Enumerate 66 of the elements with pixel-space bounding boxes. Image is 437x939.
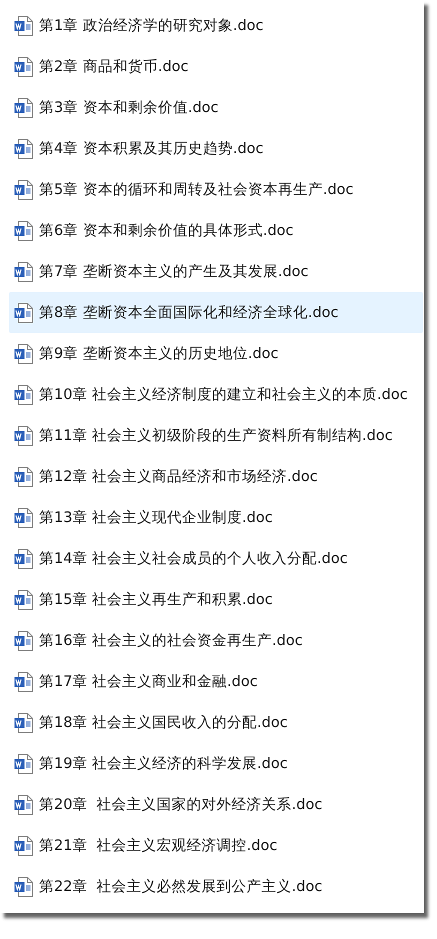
file-name: 第1章 政治经济学的研究对象.doc <box>39 16 264 35</box>
file-name: 第19章 社会主义经济的科学发展.doc <box>39 754 288 773</box>
file-item[interactable]: 第11章 社会主义初级阶段的生产资料所有制结构.doc <box>9 415 423 456</box>
file-item[interactable]: 第1章 政治经济学的研究对象.doc <box>9 5 423 46</box>
file-item[interactable]: 第7章 垄断资本主义的产生及其发展.doc <box>9 251 423 292</box>
file-item[interactable]: 第6章 资本和剩余价值的具体形式.doc <box>9 210 423 251</box>
file-item[interactable]: 第3章 资本和剩余价值.doc <box>9 87 423 128</box>
file-name: 第22章 社会主义必然发展到公产主义.doc <box>39 878 322 896</box>
word-document-icon <box>14 220 33 240</box>
word-document-icon <box>14 16 33 36</box>
file-item[interactable]: 第4章 资本积累及其历史趋势.doc <box>9 128 423 169</box>
word-document-icon <box>14 672 33 692</box>
file-item[interactable]: 第14章 社会主义社会成员的个人收入分配.doc <box>9 538 423 579</box>
file-name: 第4章 资本积累及其历史趋势.doc <box>39 140 264 158</box>
file-item[interactable]: 第19章 社会主义经济的科学发展.doc <box>9 743 423 784</box>
file-item[interactable]: 第21章 社会主义宏观经济调控.doc <box>9 825 423 866</box>
file-name: 第8章 垄断资本全面国际化和经济全球化.doc <box>39 304 338 322</box>
file-name: 第15章 社会主义再生产和积累.doc <box>39 590 273 609</box>
file-item[interactable]: 第9章 垄断资本主义的历史地位.doc <box>9 333 423 374</box>
file-name: 第3章 资本和剩余价值.doc <box>39 98 218 117</box>
file-item[interactable]: 第12章 社会主义商品经济和市场经济.doc <box>9 456 423 497</box>
word-document-icon <box>14 302 33 322</box>
word-document-icon <box>14 56 33 76</box>
file-item[interactable]: 第16章 社会主义的社会资金再生产.doc <box>9 620 423 661</box>
file-item[interactable]: 第8章 垄断资本全面国际化和经济全球化.doc <box>9 292 423 333</box>
word-document-icon <box>14 712 33 732</box>
file-name: 第5章 资本的循环和周转及社会资本再生产.doc <box>39 180 354 199</box>
file-item[interactable]: 第18章 社会主义国民收入的分配.doc <box>9 702 423 743</box>
word-document-icon <box>14 180 33 200</box>
file-item[interactable]: 第10章 社会主义经济制度的建立和社会主义的本质.doc <box>9 374 423 415</box>
file-name: 第18章 社会主义国民收入的分配.doc <box>39 714 288 732</box>
file-item[interactable]: 第15章 社会主义再生产和积累.doc <box>9 579 423 620</box>
file-item[interactable]: 第2章 商品和货币.doc <box>9 46 423 87</box>
file-item[interactable]: 第17章 社会主义商业和金融.doc <box>9 661 423 702</box>
file-name: 第13章 社会主义现代企业制度.doc <box>39 508 273 527</box>
word-document-icon <box>14 138 33 158</box>
file-name: 第14章 社会主义社会成员的个人收入分配.doc <box>39 550 348 568</box>
word-document-icon <box>14 794 33 814</box>
file-name: 第21章 社会主义宏观经济调控.doc <box>39 836 278 855</box>
file-name: 第16章 社会主义的社会资金再生产.doc <box>39 632 303 650</box>
file-name: 第17章 社会主义商业和金融.doc <box>39 672 258 691</box>
word-document-icon <box>14 508 33 528</box>
file-name: 第10章 社会主义经济制度的建立和社会主义的本质.doc <box>39 386 408 404</box>
word-document-icon <box>14 426 33 446</box>
file-name: 第6章 资本和剩余价值的具体形式.doc <box>39 222 294 240</box>
file-name: 第2章 商品和货币.doc <box>39 58 188 76</box>
file-item[interactable]: 第22章 社会主义必然发展到公产主义.doc <box>9 866 423 907</box>
file-name: 第20章 社会主义国家的对外经济关系.doc <box>39 796 322 814</box>
word-document-icon <box>14 98 33 118</box>
file-name: 第12章 社会主义商品经济和市场经济.doc <box>39 468 318 486</box>
word-document-icon <box>14 754 33 774</box>
file-item[interactable]: 第20章 社会主义国家的对外经济关系.doc <box>9 784 423 825</box>
word-document-icon <box>14 548 33 568</box>
word-document-icon <box>14 466 33 486</box>
word-document-icon <box>14 590 33 610</box>
word-document-icon <box>14 836 33 856</box>
word-document-icon <box>14 344 33 364</box>
file-name: 第7章 垄断资本主义的产生及其发展.doc <box>39 262 308 281</box>
file-item[interactable]: 第13章 社会主义现代企业制度.doc <box>9 497 423 538</box>
word-document-icon <box>14 630 33 650</box>
word-document-icon <box>14 262 33 282</box>
file-name: 第9章 垄断资本主义的历史地位.doc <box>39 344 278 363</box>
word-document-icon <box>14 384 33 404</box>
word-document-icon <box>14 876 33 896</box>
file-name: 第11章 社会主义初级阶段的生产资料所有制结构.doc <box>39 426 393 445</box>
file-item[interactable]: 第5章 资本的循环和周转及社会资本再生产.doc <box>9 169 423 210</box>
